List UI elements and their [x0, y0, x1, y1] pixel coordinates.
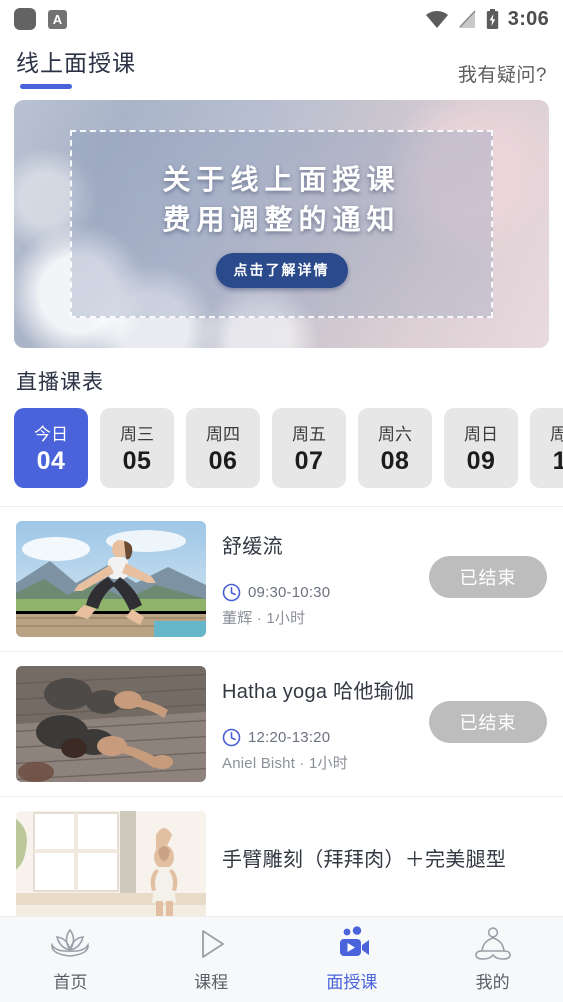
page-title: 线上面授课 [16, 50, 136, 76]
date-chip-day: 04 [36, 447, 66, 475]
nav-item-4[interactable]: 我的 [422, 926, 563, 993]
bottom-navigation-bar[interactable]: 首页 课程 面授课 我的 [0, 916, 563, 1002]
date-selector-strip[interactable]: 今日 04 周三 05 周四 06 周五 07 周六 08 周日 09 周一 10 [0, 408, 563, 506]
date-chip-dow: 周一 [550, 425, 563, 444]
class-instructor-duration: Aniel Bisht · 1小时 [222, 755, 348, 772]
cellular-off-icon [458, 9, 476, 28]
class-time-row: 12:20-13:20 [222, 728, 413, 747]
notification-square-icon [14, 8, 36, 30]
class-thumbnail [16, 666, 206, 782]
banner-cta-button[interactable]: 点击了解详情 [215, 253, 348, 289]
date-chip-dow: 周五 [292, 425, 326, 444]
class-info: 手臂雕刻（拜拜肉）＋完美腿型 [222, 843, 547, 896]
date-chip[interactable]: 周一 10 [530, 408, 563, 488]
banner-headline-1: 关于线上面授课 [162, 163, 401, 195]
class-info: 舒缓流 09:30-10:30 董辉 · 1小时 [222, 530, 413, 628]
class-action-area: 已结束 [429, 701, 547, 747]
nav-item-label: 我的 [475, 973, 510, 992]
date-chip-dow: 周三 [120, 425, 154, 444]
date-chip[interactable]: 今日 04 [14, 408, 88, 488]
schedule-section-title: 直播课表 [16, 371, 104, 394]
class-time: 09:30-10:30 [248, 584, 331, 601]
date-chip-day: 05 [122, 447, 152, 475]
class-name: Hatha yoga 哈他瑜伽 [222, 681, 413, 703]
page-title-underline [20, 84, 72, 89]
clock-icon [222, 728, 241, 747]
page-header: 线上面授课 我有疑问? [0, 38, 563, 100]
nav-item-label: 首页 [53, 973, 88, 992]
date-chip[interactable]: 周日 09 [444, 408, 518, 488]
date-chip-day: 09 [466, 447, 496, 475]
app-root: A 3:06 线上面授课 我有疑问? 关于线上面授课 费用调整的通知 点击了解详… [0, 0, 563, 1002]
class-time-row: 09:30-10:30 [222, 583, 413, 602]
class-time: 12:20-13:20 [248, 729, 331, 746]
date-chip-day: 07 [294, 447, 324, 475]
battery-charging-icon [486, 8, 498, 29]
class-list: 舒缓流 09:30-10:30 董辉 · 1小时 已结束 Hatha yoga 哈他瑜伽… [0, 506, 563, 942]
a-badge-icon: A [48, 9, 67, 29]
status-bar-clock: 3:06 [507, 7, 549, 30]
class-status-button[interactable]: 已结束 [429, 556, 547, 598]
class-row[interactable]: 舒缓流 09:30-10:30 董辉 · 1小时 已结束 [0, 507, 563, 652]
date-chip[interactable]: 周四 06 [186, 408, 260, 488]
date-chip-day: 08 [380, 447, 410, 475]
class-info: Hatha yoga 哈他瑜伽 12:20-13:20 Aniel Bisht · … [222, 675, 413, 773]
status-bar: A 3:06 [0, 0, 563, 38]
class-status-button[interactable]: 已结束 [429, 701, 547, 743]
nav-item-3[interactable]: 面授课 [282, 926, 423, 993]
date-chip[interactable]: 周五 07 [272, 408, 346, 488]
class-name: 舒缓流 [222, 536, 283, 558]
class-name: 手臂雕刻（拜拜肉）＋完美腿型 [222, 848, 507, 871]
help-link[interactable]: 我有疑问? [458, 38, 547, 87]
wifi-icon [425, 10, 448, 28]
nav-item-label: 课程 [194, 973, 229, 992]
banner-inner-frame: 关于线上面授课 费用调整的通知 点击了解详情 [70, 130, 493, 318]
promo-banner[interactable]: 关于线上面授课 费用调整的通知 点击了解详情 [14, 100, 549, 348]
date-chip-dow: 周六 [378, 425, 412, 444]
class-row[interactable]: Hatha yoga 哈他瑜伽 12:20-13:20 Aniel Bisht · … [0, 652, 563, 797]
class-thumbnail [16, 521, 206, 637]
class-thumbnail [16, 811, 206, 927]
status-bar-right-icons: 3:06 [425, 8, 549, 31]
status-bar-left-icons: A [14, 8, 67, 30]
date-chip-day: 10 [552, 447, 563, 475]
date-chip-dow: 周日 [464, 425, 498, 444]
date-chip-dow: 周四 [206, 425, 240, 444]
class-action-area: 已结束 [429, 556, 547, 602]
banner-wrap: 关于线上面授课 费用调整的通知 点击了解详情 [0, 100, 563, 348]
banner-headline-2: 费用调整的通知 [162, 203, 401, 235]
nav-item-2[interactable]: 课程 [141, 926, 282, 993]
date-chip-dow: 今日 [34, 425, 68, 444]
page-title-wrap: 线上面授课 [16, 38, 136, 89]
clock-icon [222, 583, 241, 602]
date-chip-day: 06 [208, 447, 238, 475]
meditation-person-icon [474, 927, 511, 960]
nav-item-1[interactable]: 首页 [0, 926, 141, 993]
date-chip[interactable]: 周六 08 [358, 408, 432, 488]
date-chip[interactable]: 周三 05 [100, 408, 174, 488]
class-instructor-duration: 董辉 · 1小时 [222, 610, 306, 627]
lotus-icon [51, 928, 90, 957]
play-triangle-icon [202, 930, 225, 958]
nav-item-label: 面授课 [326, 973, 378, 992]
video-camera-people-icon [339, 926, 369, 956]
